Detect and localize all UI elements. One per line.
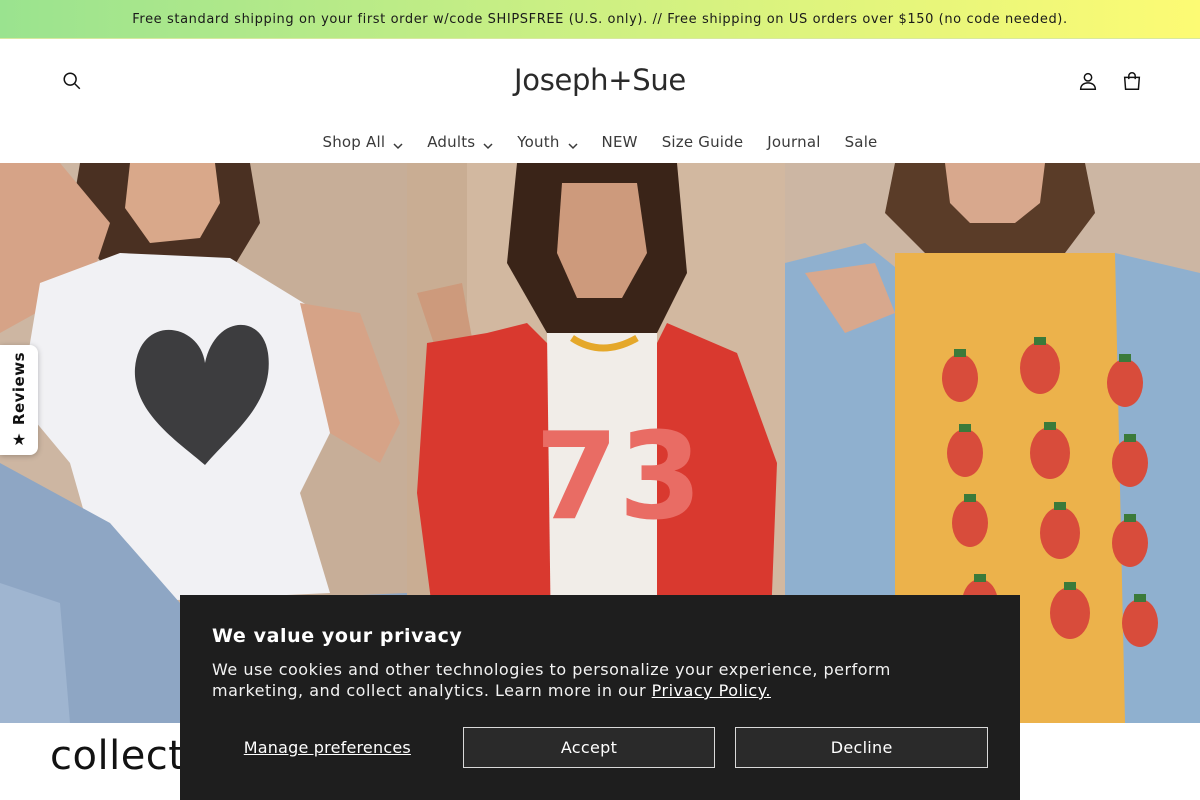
site-logo[interactable]: Joseph+Sue (0, 63, 1200, 97)
cookie-banner-text: We use cookies and other technologies to… (212, 660, 891, 700)
star-icon: ★ (11, 429, 27, 449)
cart-icon (1121, 70, 1143, 96)
nav-item-size-guide[interactable]: Size Guide (650, 133, 756, 151)
cookie-banner-body: We use cookies and other technologies to… (212, 659, 972, 701)
svg-text:73: 73 (535, 408, 702, 547)
chevron-down-icon (393, 137, 403, 150)
main-nav: Shop All Adults Youth NEW Size Guide Jou… (0, 127, 1200, 157)
announcement-text: Free standard shipping on your first ord… (132, 11, 1068, 27)
nav-item-adults[interactable]: Adults (415, 133, 505, 151)
cookie-banner-title: We value your privacy (212, 625, 463, 647)
manage-preferences-button[interactable]: Manage preferences (212, 738, 443, 757)
nav-item-label: NEW (601, 133, 638, 151)
nav-item-journal[interactable]: Journal (755, 133, 832, 151)
nav-item-label: Sale (844, 133, 878, 151)
nav-item-sale[interactable]: Sale (833, 133, 890, 151)
decline-button[interactable]: Decline (735, 727, 988, 768)
reviews-tab-label: Reviews (10, 352, 28, 426)
nav-item-label: Youth (517, 133, 560, 151)
nav-item-shop-all[interactable]: Shop All (311, 133, 416, 151)
nav-item-new[interactable]: NEW (590, 133, 650, 151)
nav-item-label: Size Guide (661, 133, 744, 151)
nav-item-label: Journal (767, 133, 821, 151)
cookie-banner: We value your privacy We use cookies and… (180, 595, 1020, 800)
chevron-down-icon (568, 137, 578, 150)
accept-button[interactable]: Accept (462, 727, 716, 768)
account-icon (1077, 70, 1099, 96)
cart-button[interactable] (1114, 65, 1150, 101)
nav-item-youth[interactable]: Youth (505, 133, 589, 151)
collection-title: collecti (50, 733, 197, 779)
nav-item-label: Shop All (322, 133, 386, 151)
chevron-down-icon (483, 137, 493, 150)
reviews-tab[interactable]: Reviews ★ (0, 345, 38, 455)
nav-item-label: Adults (427, 133, 476, 151)
site-header: Joseph+Sue Shop All Adults Youth NEW Siz… (0, 39, 1200, 163)
announcement-bar: Free standard shipping on your first ord… (0, 0, 1200, 39)
privacy-policy-link[interactable]: Privacy Policy. (652, 681, 771, 700)
account-button[interactable] (1070, 65, 1106, 101)
cookie-actions: Manage preferences Accept Decline (212, 727, 988, 768)
